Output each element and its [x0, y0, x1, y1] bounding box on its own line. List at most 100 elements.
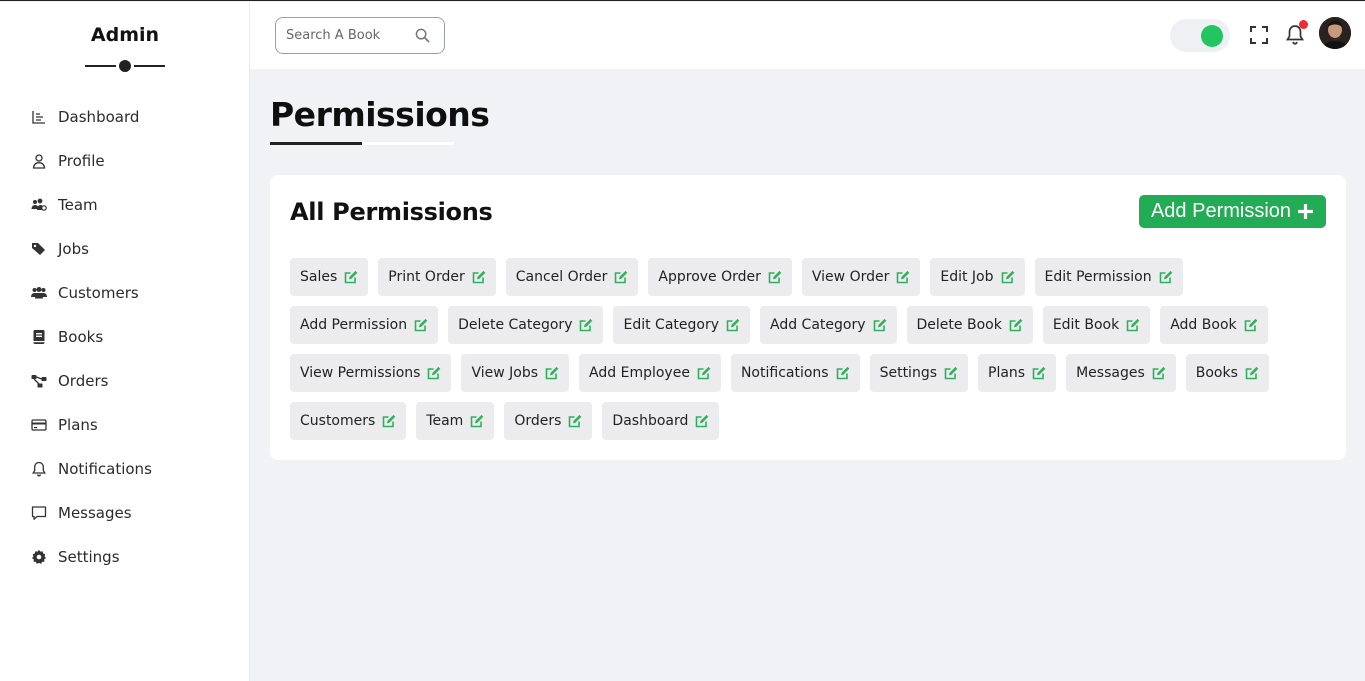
permission-label: Orders [514, 413, 562, 429]
theme-toggle[interactable] [1170, 19, 1230, 52]
permission-chip[interactable]: Edit Book [1042, 306, 1151, 344]
sidebar-item-jobs[interactable]: Jobs [0, 227, 250, 271]
permission-chip[interactable]: Customers [290, 402, 407, 440]
permission-chip[interactable]: View Permissions [290, 354, 452, 392]
permission-label: Edit Job [940, 269, 994, 285]
edit-icon[interactable] [545, 366, 559, 380]
permission-chip[interactable]: Team [416, 402, 495, 440]
permission-chip[interactable]: Notifications [730, 354, 860, 392]
permission-label: Customers [300, 413, 376, 429]
sidebar-item-dashboard[interactable]: Dashboard [0, 95, 250, 139]
add-permission-button[interactable]: Add Permission [1139, 195, 1326, 228]
edit-icon[interactable] [382, 414, 396, 428]
permission-chip[interactable]: Messages [1066, 354, 1176, 392]
credit-card-icon [31, 417, 47, 433]
sitemap-icon [31, 373, 47, 389]
sidebar-item-books[interactable]: Books [0, 315, 250, 359]
search-icon[interactable] [415, 28, 430, 43]
edit-icon[interactable] [697, 366, 711, 380]
permission-chip[interactable]: Add Employee [579, 354, 721, 392]
sidebar-item-settings[interactable]: Settings [0, 535, 250, 579]
permission-chip[interactable]: Add Category [760, 306, 897, 344]
edit-icon[interactable] [1245, 366, 1259, 380]
permission-chip[interactable]: Edit Category [613, 306, 750, 344]
permission-chip[interactable]: Plans [978, 354, 1057, 392]
edit-icon[interactable] [568, 414, 582, 428]
edit-icon[interactable] [1009, 318, 1023, 332]
edit-icon[interactable] [726, 318, 740, 332]
permission-chip[interactable]: Edit Job [930, 258, 1025, 296]
permission-chip[interactable]: Approve Order [648, 258, 792, 296]
edit-icon[interactable] [896, 270, 910, 284]
edit-icon[interactable] [1152, 366, 1166, 380]
edit-icon[interactable] [579, 318, 593, 332]
search-input[interactable] [276, 28, 406, 43]
sidebar-item-messages[interactable]: Messages [0, 491, 250, 535]
permission-chip[interactable]: Delete Book [906, 306, 1033, 344]
sidebar-item-label: Team [58, 196, 98, 214]
edit-icon[interactable] [695, 414, 709, 428]
brand-title: Admin [90, 24, 160, 46]
permission-chip[interactable]: Settings [869, 354, 968, 392]
sidebar-item-notifications[interactable]: Notifications [0, 447, 250, 491]
permission-label: Delete Book [916, 317, 1002, 333]
edit-icon[interactable] [1001, 270, 1015, 284]
sidebar-item-label: Customers [58, 284, 139, 302]
edit-icon[interactable] [1244, 318, 1258, 332]
permission-label: View Jobs [471, 365, 539, 381]
edit-icon[interactable] [344, 270, 358, 284]
sidebar-item-label: Plans [58, 416, 98, 434]
edit-icon[interactable] [768, 270, 782, 284]
gear-icon [31, 549, 47, 565]
permission-chip[interactable]: Cancel Order [505, 258, 639, 296]
edit-icon[interactable] [472, 270, 486, 284]
permission-chip[interactable]: Books [1185, 354, 1269, 392]
permission-label: Notifications [740, 365, 829, 381]
sidebar-item-label: Settings [58, 548, 120, 566]
sidebar: Admin Dashboard Profile Team Jobs Custom… [0, 2, 250, 681]
sidebar-item-orders[interactable]: Orders [0, 359, 250, 403]
permission-chip[interactable]: Print Order [378, 258, 496, 296]
user-icon [31, 153, 47, 169]
card-title: All Permissions [290, 198, 493, 226]
sidebar-item-plans[interactable]: Plans [0, 403, 250, 447]
permission-chip[interactable]: Edit Permission [1034, 258, 1183, 296]
permission-chip[interactable]: Sales [290, 258, 369, 296]
top-header [250, 2, 1365, 69]
sidebar-item-label: Notifications [58, 460, 152, 478]
permission-chip[interactable]: Add Permission [290, 306, 439, 344]
edit-icon[interactable] [1126, 318, 1140, 332]
permission-chip[interactable]: View Order [801, 258, 921, 296]
search-box [275, 17, 445, 54]
edit-icon[interactable] [836, 366, 850, 380]
avatar[interactable] [1319, 17, 1351, 49]
bell-icon [31, 461, 47, 477]
permission-label: View Permissions [300, 365, 421, 381]
toggle-knob [1201, 25, 1223, 47]
permission-chip[interactable]: Dashboard [602, 402, 720, 440]
edit-icon[interactable] [427, 366, 441, 380]
permission-label: Add Employee [589, 365, 690, 381]
edit-icon[interactable] [1159, 270, 1173, 284]
permission-label: Cancel Order [515, 269, 608, 285]
permission-chip[interactable]: Orders [504, 402, 593, 440]
edit-icon[interactable] [470, 414, 484, 428]
sidebar-item-profile[interactable]: Profile [0, 139, 250, 183]
permission-chip[interactable]: Add Book [1160, 306, 1268, 344]
permission-label: Team [426, 413, 464, 429]
permission-label: Edit Permission [1044, 269, 1152, 285]
permission-chip[interactable]: Delete Category [448, 306, 604, 344]
permission-label: Settings [879, 365, 937, 381]
permission-label: Plans [988, 365, 1026, 381]
fullscreen-icon[interactable] [1250, 26, 1268, 44]
edit-icon[interactable] [944, 366, 958, 380]
permission-chip[interactable]: View Jobs [461, 354, 570, 392]
permission-list: Sales Print Order Cancel Order Approve Orde… [290, 258, 1330, 450]
edit-icon[interactable] [414, 318, 428, 332]
edit-icon[interactable] [873, 318, 887, 332]
edit-icon[interactable] [614, 270, 628, 284]
edit-icon[interactable] [1032, 366, 1046, 380]
sidebar-item-team[interactable]: Team [0, 183, 250, 227]
sidebar-item-customers[interactable]: Customers [0, 271, 250, 315]
book-icon [31, 329, 47, 345]
